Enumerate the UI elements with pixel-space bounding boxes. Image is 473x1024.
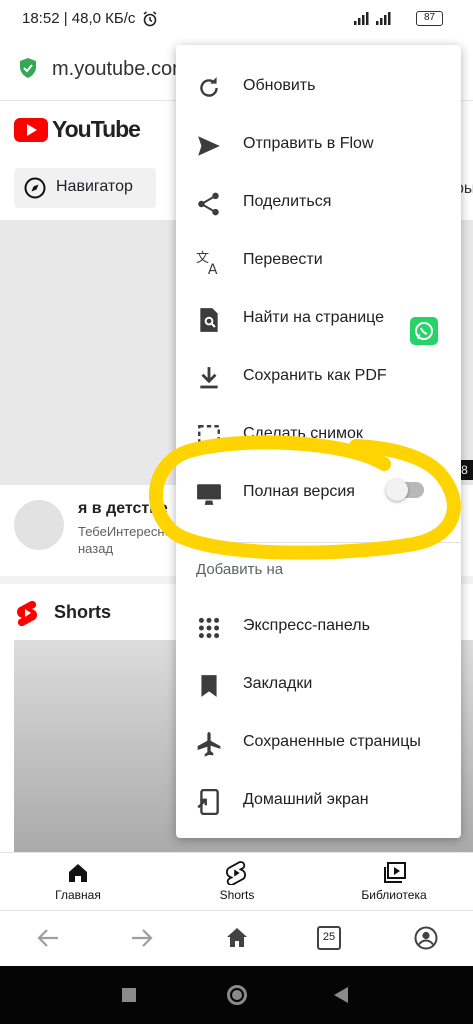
menu-item-label: Экспресс-панель: [243, 617, 370, 634]
menu-item-label: Закладки: [243, 675, 313, 692]
menu-item-label: Найти на странице: [243, 309, 385, 326]
menu-item-translate[interactable]: 文 A Перевести: [176, 232, 461, 290]
status-bar: 18:52 | 48,0 КБ/с 87: [0, 0, 473, 40]
battery-indicator: 87: [416, 11, 443, 26]
menu-item-home-screen[interactable]: Домашний экран: [176, 772, 461, 830]
menu-item-find[interactable]: Найти на странице: [176, 290, 461, 348]
menu-item-label: Перевести: [243, 251, 323, 268]
menu-item-save-pdf[interactable]: Сохранить как PDF: [176, 348, 461, 406]
speed-dial-icon: [198, 617, 220, 639]
forward-arrow-icon[interactable]: [130, 927, 154, 949]
menu-item-label: Отправить в Flow: [243, 135, 374, 152]
translate-icon: 文 A: [196, 251, 218, 275]
download-icon: [200, 367, 218, 389]
shorts-nav-icon[interactable]: [226, 861, 246, 885]
menu-item-share[interactable]: Поделиться: [176, 174, 461, 345]
menu-item-label: Поделиться: [243, 193, 332, 210]
menu-item-saved-pages[interactable]: Сохраненные страницы: [176, 714, 461, 772]
channel-avatar[interactable]: [14, 500, 64, 550]
nav-shorts-label[interactable]: Shorts: [187, 888, 287, 902]
nav-home-label[interactable]: Главная: [28, 888, 128, 902]
shorts-logo-icon: [17, 600, 37, 626]
shorts-heading: Shorts: [54, 602, 112, 622]
refresh-icon: [200, 77, 218, 97]
youtube-logo-icon[interactable]: [14, 118, 48, 142]
youtube-logo-text[interactable]: YouTube: [52, 116, 141, 143]
svg-text:A: A: [208, 262, 218, 275]
home-page-icon[interactable]: [225, 926, 249, 950]
airplane-icon: [197, 732, 221, 757]
menu-item-label: Обновить: [243, 77, 316, 94]
recents-icon[interactable]: [122, 988, 136, 1002]
menu-item-bookmarks[interactable]: Закладки: [176, 656, 461, 714]
compass-icon: [24, 177, 46, 199]
alarm-icon: [143, 11, 157, 27]
back-arrow-icon[interactable]: [36, 927, 60, 949]
video-title[interactable]: я в детстве: [78, 500, 168, 518]
desktop-icon: [197, 484, 221, 505]
url-text[interactable]: m.youtube.com: [52, 58, 189, 81]
menu-item-label: Домашний экран: [243, 791, 369, 808]
video-channel: ТебеИнтересно: [78, 524, 172, 539]
screenshot-icon: [198, 425, 220, 447]
secure-shield-icon: [20, 58, 36, 78]
menu-item-label: Сделать снимок: [243, 425, 363, 442]
library-icon[interactable]: [383, 862, 407, 884]
browser-menu: Обновить Отправить в Flow Поделиться 文 A…: [176, 45, 461, 838]
video-age: назад: [78, 541, 114, 556]
nav-library-label[interactable]: Библиотека: [344, 888, 444, 902]
add-to-section-label: Добавить на: [196, 561, 284, 578]
home-icon[interactable]: [67, 862, 89, 884]
menu-item-refresh[interactable]: Обновить: [176, 58, 461, 116]
menu-item-speed-dial[interactable]: Экспресс-панель: [176, 598, 461, 656]
menu-item-screenshot[interactable]: Сделать снимок: [176, 406, 461, 464]
account-icon[interactable]: [414, 926, 438, 950]
menu-divider: [176, 542, 461, 543]
menu-item-label: Сохраненные страницы: [243, 733, 421, 750]
send-icon: [198, 136, 220, 156]
android-nav-bar: [0, 966, 473, 1024]
android-back-icon[interactable]: [333, 986, 349, 1004]
signal-icon: [354, 12, 391, 25]
navigator-chip-label: Навигатор: [56, 178, 133, 195]
menu-item-label: Сохранить как PDF: [243, 367, 387, 384]
share-icon: [198, 192, 219, 216]
find-in-page-icon: [200, 308, 218, 332]
status-time: 18:52 | 48,0 КБ/с: [22, 10, 136, 27]
bookmark-icon: [201, 675, 217, 697]
tabs-counter[interactable]: 25: [317, 926, 341, 950]
home-screen-icon: [197, 789, 219, 815]
android-home-icon[interactable]: [227, 985, 247, 1005]
menu-item-label: Полная версия: [243, 483, 355, 500]
menu-item-send-flow[interactable]: Отправить в Flow: [176, 116, 461, 174]
toggle-thumb[interactable]: [386, 479, 408, 501]
